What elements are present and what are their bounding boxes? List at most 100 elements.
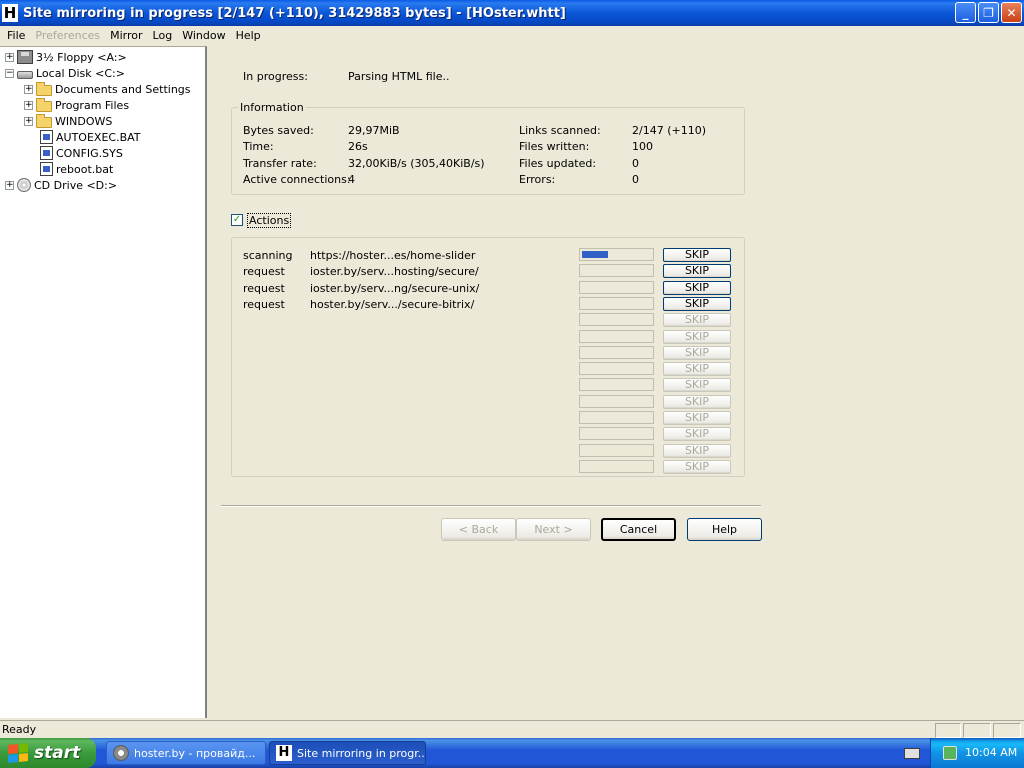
floppy-icon — [17, 50, 33, 64]
back-button[interactable]: < Back — [441, 518, 516, 541]
action-progress-bar — [579, 444, 654, 457]
action-progress-bar — [579, 264, 654, 277]
file-icon — [40, 130, 53, 144]
tree-item-label: Documents and Settings — [55, 82, 191, 96]
clock[interactable]: 10:04 AM — [965, 746, 1017, 759]
keyboard-icon[interactable] — [904, 748, 920, 759]
files-written-value: 100 — [632, 140, 653, 153]
tree-item-label: Local Disk <C:> — [36, 66, 125, 80]
actions-label[interactable]: Actions — [247, 213, 292, 228]
tree-item-cd-drive[interactable]: + CD Drive <D:> — [5, 177, 117, 193]
tree-item-local-disk[interactable]: − Local Disk <C:> — [5, 65, 125, 81]
tree-item-label: CD Drive <D:> — [34, 178, 118, 192]
skip-button[interactable]: SKIP — [663, 264, 731, 278]
action-progress-bar — [579, 411, 654, 424]
action-progress-bar — [579, 395, 654, 408]
skip-button: SKIP — [663, 411, 731, 425]
skip-button[interactable]: SKIP — [663, 248, 731, 262]
bytes-saved-value: 29,97MiB — [348, 124, 400, 137]
files-updated-label: Files updated: — [519, 157, 597, 170]
skip-button: SKIP — [663, 378, 731, 392]
close-button[interactable]: ✕ — [1001, 2, 1022, 23]
tree-item-windows[interactable]: + WINDOWS — [24, 113, 112, 129]
skip-button: SKIP — [663, 427, 731, 441]
skip-button: SKIP — [663, 395, 731, 409]
next-button[interactable]: Next > — [516, 518, 591, 541]
minimize-button[interactable]: _ — [955, 2, 976, 23]
collapse-icon[interactable]: − — [5, 68, 14, 78]
menu-mirror[interactable]: Mirror — [105, 29, 147, 42]
action-progress-bar — [579, 313, 654, 326]
network-icon[interactable] — [943, 746, 957, 760]
status-panel — [993, 723, 1021, 738]
taskbar-item-label: hoster.by - провайд... — [134, 746, 256, 760]
separator — [221, 505, 761, 507]
links-scanned-label: Links scanned: — [519, 124, 601, 137]
files-written-label: Files written: — [519, 140, 590, 153]
tree-item-config[interactable]: CONFIG.SYS — [40, 145, 123, 161]
skip-button: SKIP — [663, 362, 731, 376]
menu-log[interactable]: Log — [148, 29, 178, 42]
information-title: Information — [238, 101, 306, 114]
taskbar-item-httrack[interactable]: H Site mirroring in progr... — [269, 741, 426, 765]
tree-item-program-files[interactable]: + Program Files — [24, 97, 129, 113]
action-progress-bar — [579, 460, 654, 473]
skip-button: SKIP — [663, 313, 731, 327]
menu-window[interactable]: Window — [177, 29, 230, 42]
menu-help[interactable]: Help — [231, 29, 266, 42]
start-button[interactable]: start — [0, 738, 96, 768]
transfer-rate-label: Transfer rate: — [243, 157, 317, 170]
expand-icon[interactable]: + — [24, 100, 33, 110]
expand-icon[interactable]: + — [5, 180, 14, 190]
action-type: scanning — [243, 249, 293, 262]
file-icon — [40, 146, 53, 160]
action-type: request — [243, 282, 285, 295]
restore-button[interactable]: ❐ — [978, 2, 999, 23]
taskbar-item-label: Site mirroring in progr... — [297, 746, 426, 760]
expand-icon[interactable]: + — [24, 84, 33, 94]
tree-item-label: 3½ Floppy <A:> — [36, 50, 127, 64]
files-updated-value: 0 — [632, 157, 639, 170]
transfer-rate-value: 32,00KiB/s (305,40KiB/s) — [348, 157, 485, 170]
actions-checkbox[interactable]: ✓ — [231, 214, 243, 226]
taskbar-item-browser[interactable]: hoster.by - провайд... — [106, 741, 266, 765]
tree-item-label: AUTOEXEC.BAT — [56, 130, 141, 144]
disk-icon — [17, 70, 33, 79]
skip-button[interactable]: SKIP — [663, 297, 731, 311]
action-url: https://hoster...es/home-slider — [310, 249, 476, 262]
tree-item-reboot[interactable]: reboot.bat — [40, 161, 113, 177]
status-panel — [963, 723, 991, 738]
help-button[interactable]: Help — [687, 518, 762, 541]
file-icon — [40, 162, 53, 176]
expand-icon[interactable]: + — [24, 116, 33, 126]
action-url: ioster.by/serv...hosting/secure/ — [310, 265, 479, 278]
windows-logo-icon — [8, 743, 28, 763]
menu-preferences: Preferences — [35, 28, 101, 42]
active-connections-label: Active connections: — [243, 173, 351, 186]
time-label: Time: — [243, 140, 274, 153]
tree-item-label: CONFIG.SYS — [56, 146, 123, 160]
action-progress-bar — [579, 248, 654, 261]
active-connections-value: 4 — [348, 173, 355, 186]
action-progress-bar — [579, 281, 654, 294]
tree-item-label: WINDOWS — [55, 114, 113, 128]
menu-bar: File Preferences Mirror Log Window Help — [0, 26, 1024, 44]
bytes-saved-label: Bytes saved: — [243, 124, 314, 137]
drive-tree[interactable]: + 3½ Floppy <A:> − Local Disk <C:> + Doc… — [0, 46, 207, 718]
action-progress-bar — [579, 362, 654, 375]
progress-fill — [582, 251, 608, 258]
title-bar[interactable]: H Site mirroring in progress [2/147 (+11… — [0, 0, 1024, 26]
menu-file[interactable]: File — [2, 29, 30, 42]
tree-item-documents[interactable]: + Documents and Settings — [24, 81, 191, 97]
skip-button[interactable]: SKIP — [663, 281, 731, 295]
tree-item-autoexec[interactable]: AUTOEXEC.BAT — [40, 129, 141, 145]
cancel-button[interactable]: Cancel — [601, 518, 676, 541]
tree-item-floppy[interactable]: + 3½ Floppy <A:> — [5, 49, 127, 65]
httrack-app-icon[interactable]: H — [2, 4, 18, 22]
action-progress-bar — [579, 378, 654, 391]
in-progress-label: In progress: — [243, 70, 308, 83]
start-label: start — [34, 743, 81, 763]
expand-icon[interactable]: + — [5, 52, 14, 62]
browser-icon — [113, 745, 129, 761]
errors-label: Errors: — [519, 173, 556, 186]
